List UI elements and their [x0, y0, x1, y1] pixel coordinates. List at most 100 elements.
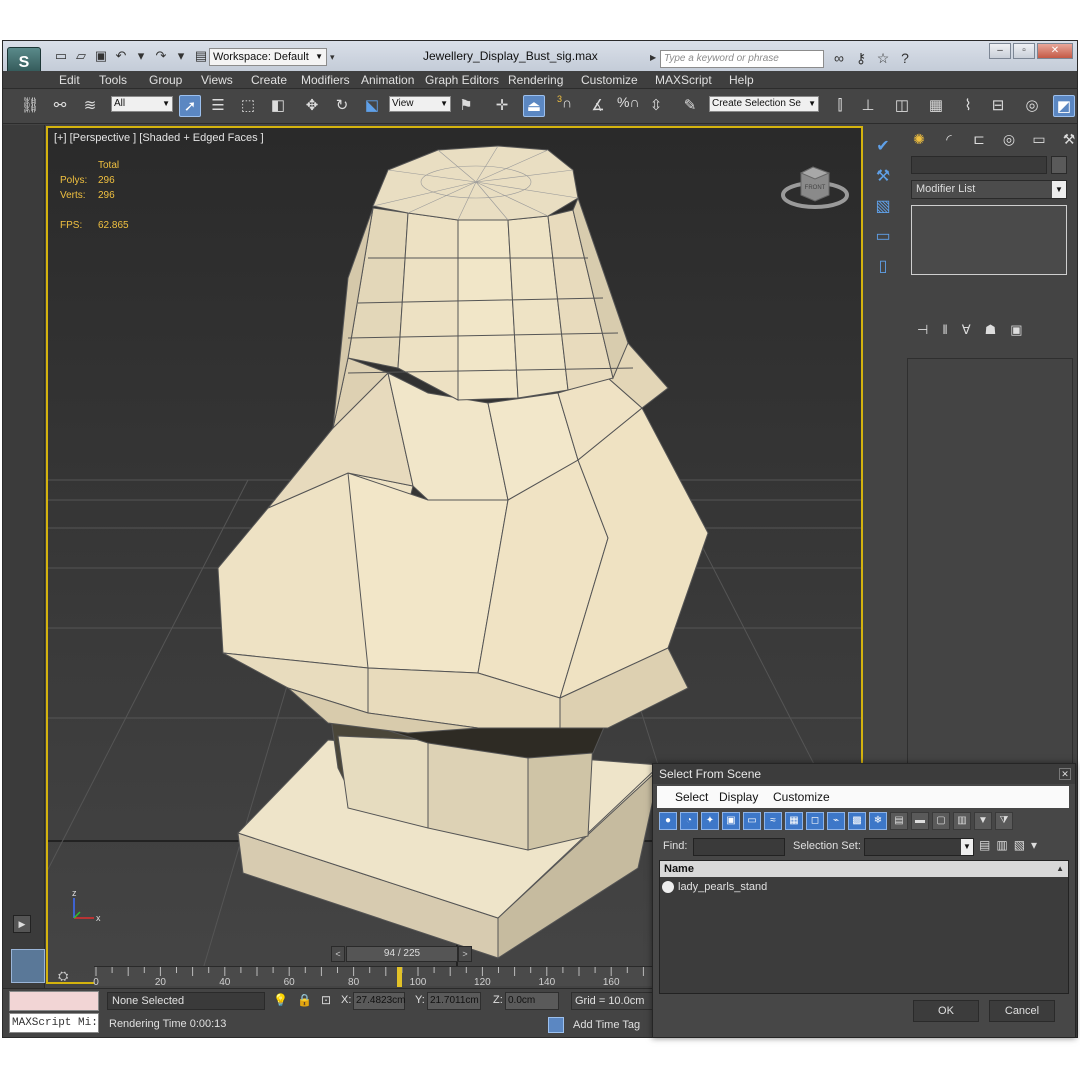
column-header-name[interactable]: Name ▲	[660, 861, 1068, 877]
display-all-icon[interactable]: ▤	[890, 812, 908, 830]
create-selection-set-icon[interactable]: ▤	[979, 838, 990, 852]
modify-icon[interactable]: ◜	[937, 128, 961, 150]
utilities-icon[interactable]: ⚒	[1057, 128, 1077, 150]
isolate-selection-icon[interactable]: 💡	[273, 993, 288, 1007]
motion-icon[interactable]: ◎	[997, 128, 1021, 150]
y-coordinate-field[interactable]: 21.7011cm	[427, 992, 481, 1010]
star-icon[interactable]: ☆	[875, 50, 891, 66]
menu-customize[interactable]: Customize	[581, 73, 638, 87]
render-setup-icon[interactable]: ◩	[1053, 95, 1075, 117]
selection-lock-icon[interactable]: 🔒	[297, 993, 312, 1007]
close-button[interactable]: ✕	[1037, 43, 1073, 59]
modifier-list-dropdown[interactable]: Modifier List ▼	[911, 180, 1067, 199]
material-editor-icon[interactable]: ◎	[1021, 95, 1043, 117]
dialog-menu-select[interactable]: Select	[675, 790, 708, 804]
drill-icon[interactable]: ⚒	[869, 164, 897, 190]
ok-button[interactable]: OK	[913, 1000, 979, 1022]
binoculars-icon[interactable]: ∞	[831, 50, 847, 66]
menu-tools[interactable]: Tools	[99, 73, 127, 87]
select-object-icon[interactable]: ➚	[179, 95, 201, 117]
menu-graph-editors[interactable]: Graph Editors	[425, 73, 499, 87]
bind-space-warp-icon[interactable]: ≋	[79, 95, 101, 117]
redo-icon[interactable]: ↷	[153, 48, 169, 64]
move-icon[interactable]: ✥	[301, 95, 323, 117]
cameras-filter-icon[interactable]: ▣	[722, 812, 740, 830]
menu-maxscript[interactable]: MAXScript	[655, 73, 712, 87]
select-link-icon[interactable]: ⛓	[19, 95, 41, 117]
select-by-name-icon[interactable]: ☰	[207, 95, 229, 117]
remove-modifier-icon[interactable]: ☗	[985, 322, 997, 338]
schematic-view-icon[interactable]: ⊟	[987, 95, 1009, 117]
dialog-menu-customize[interactable]: Customize	[773, 790, 830, 804]
xrefs-filter-icon[interactable]: ◻	[806, 812, 824, 830]
new-icon[interactable]: ▭	[53, 48, 69, 64]
keyboard-shortcut-override-icon[interactable]: ⏏	[523, 95, 545, 117]
display-children-icon[interactable]: ▥	[953, 812, 971, 830]
add-time-tag[interactable]: Add Time Tag	[573, 1019, 640, 1031]
viewport-label[interactable]: [+] [Perspective ] [Shaded + Edged Faces…	[54, 132, 264, 144]
pivot-center-icon[interactable]: ⚑	[455, 95, 477, 117]
find-input[interactable]	[693, 838, 785, 856]
select-manipulate-icon[interactable]: ✛	[491, 95, 513, 117]
previous-frame-arrow-icon[interactable]: <	[331, 946, 345, 962]
display-icon[interactable]: ▭	[1027, 128, 1051, 150]
viewcube[interactable]: FRONT	[781, 161, 851, 221]
door-icon[interactable]: ▯	[869, 254, 897, 280]
workspace-dropdown[interactable]: Workspace: Default ▼	[209, 48, 327, 66]
key-icon[interactable]: ⚷	[853, 50, 869, 66]
project-folder-icon[interactable]: ▤	[193, 48, 209, 64]
modifier-stack[interactable]	[911, 205, 1067, 275]
space-warps-filter-icon[interactable]: ≈	[764, 812, 782, 830]
menu-help[interactable]: Help	[729, 73, 754, 87]
expand-icon[interactable]: ▾	[1031, 838, 1037, 852]
create-icon[interactable]: ✺	[907, 128, 931, 150]
menu-group[interactable]: Group	[149, 73, 182, 87]
object-name-field[interactable]	[911, 156, 1047, 174]
absolute-mode-icon[interactable]: ⊡	[321, 993, 331, 1007]
hierarchy-icon[interactable]: ⊏	[967, 128, 991, 150]
time-tag-icon[interactable]	[548, 1017, 564, 1033]
next-frame-arrow-icon[interactable]: >	[458, 946, 472, 962]
x-coordinate-field[interactable]: 27.4823cm	[353, 992, 405, 1010]
named-selection-set-dropdown[interactable]: Create Selection Se ▼	[709, 96, 819, 112]
maxscript-listener-output[interactable]	[9, 991, 99, 1011]
maxscript-mini-listener[interactable]: MAXScript Mi:	[9, 1013, 99, 1033]
object-color-swatch[interactable]	[1051, 156, 1067, 174]
minimize-button[interactable]: –	[989, 43, 1011, 59]
track-bar-filter-icon[interactable]: ⛭	[58, 968, 68, 984]
search-arrow-icon[interactable]: ▶	[650, 53, 656, 62]
percent-snap-icon[interactable]: %∩	[617, 94, 640, 110]
rectangular-selection-icon[interactable]: ⬚	[237, 95, 259, 117]
save-icon[interactable]: ▣	[93, 48, 109, 64]
search-input[interactable]: Type a keyword or phrase	[660, 50, 824, 68]
unlink-icon[interactable]: ⚯	[49, 95, 71, 117]
scale-icon[interactable]: ⬕	[361, 95, 383, 117]
time-slider[interactable]: 94 / 225	[346, 946, 458, 962]
restore-button[interactable]: ▫	[1013, 43, 1035, 59]
align-icon[interactable]: ⊥	[857, 95, 879, 117]
mirror-icon[interactable]: ⫿	[829, 95, 851, 117]
selection-set-dropdown[interactable]: ▼	[864, 838, 974, 856]
selection-filter-dropdown[interactable]: All ▼	[111, 96, 173, 112]
groups-filter-icon[interactable]: ▦	[785, 812, 803, 830]
reference-coordinate-dropdown[interactable]: View ▼	[389, 96, 451, 112]
track-bar[interactable]: 0 20 40 60 80 100 120 140 160	[93, 966, 656, 988]
frozen-filter-icon[interactable]: ❄	[869, 812, 887, 830]
filter-icon[interactable]: ▼	[974, 812, 992, 830]
current-frame-marker[interactable]	[396, 967, 402, 987]
rotate-icon[interactable]: ↻	[331, 95, 353, 117]
geometry-filter-icon[interactable]: ●	[659, 812, 677, 830]
play-icon[interactable]: ▶	[13, 915, 31, 933]
make-unique-icon[interactable]: ∀	[962, 322, 971, 338]
dialog-menu-display[interactable]: Display	[719, 790, 758, 804]
bones-filter-icon[interactable]: ⌁	[827, 812, 845, 830]
help-icon[interactable]: ?	[897, 50, 913, 66]
menu-create[interactable]: Create	[251, 73, 287, 87]
shapes-filter-icon[interactable]: ◔	[680, 812, 698, 830]
configure-sets-icon[interactable]: ▣	[1010, 322, 1022, 338]
menu-rendering[interactable]: Rendering	[508, 73, 563, 87]
menu-modifiers[interactable]: Modifiers	[301, 73, 350, 87]
edit-named-selection-icon[interactable]: ✎	[679, 95, 701, 117]
menu-edit[interactable]: Edit	[59, 73, 80, 87]
close-icon[interactable]: ✕	[1059, 768, 1071, 780]
